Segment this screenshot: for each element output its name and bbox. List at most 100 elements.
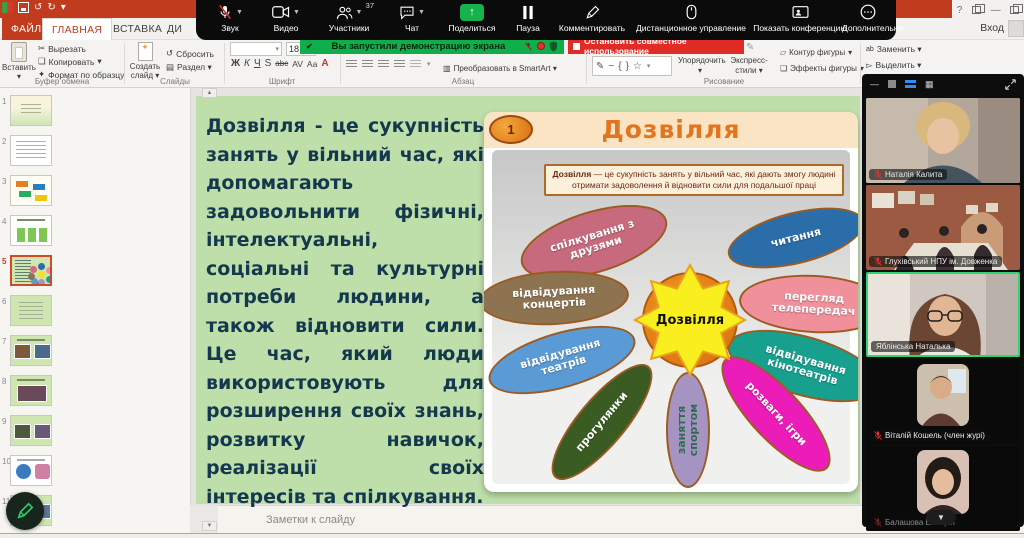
minimize-icon[interactable]: — bbox=[991, 5, 1001, 16]
replace-icon: ab bbox=[866, 46, 874, 53]
audio-button[interactable]: ▼ Звук bbox=[204, 3, 256, 39]
account-flag-icon bbox=[1008, 20, 1024, 37]
screen: ↺ ↻ ▾ ? — ФАЙЛ ГЛАВНАЯ ВСТАВКА ДИ Вход В… bbox=[0, 0, 1024, 538]
powerpoint-logo-icon bbox=[2, 2, 13, 13]
thumbnail-slide-2[interactable]: 2 bbox=[0, 135, 60, 171]
more-ellipsis-icon bbox=[860, 4, 876, 20]
ribbon-options-icon[interactable] bbox=[972, 6, 981, 14]
redo-icon[interactable]: ↻ bbox=[47, 2, 55, 13]
drawing-group-label: Рисование bbox=[588, 77, 860, 86]
slide-number: 5 bbox=[2, 257, 6, 266]
participant-tile[interactable]: Глухівський НПУ ім. Довженка bbox=[866, 185, 1020, 270]
slide-number: 4 bbox=[2, 217, 6, 226]
window-controls: ? — bbox=[952, 0, 1024, 20]
slide-number: 8 bbox=[2, 377, 6, 386]
slide-number: 7 bbox=[2, 337, 6, 346]
undo-icon[interactable]: ↺ bbox=[34, 2, 42, 13]
collapse-panel-button[interactable]: ▼ bbox=[926, 510, 956, 525]
participants-count-badge: 37 bbox=[366, 1, 374, 10]
thumbnail-slide-3[interactable]: 3 bbox=[0, 175, 60, 211]
remote-control-icon bbox=[686, 4, 697, 20]
slide-number: 2 bbox=[2, 137, 6, 146]
mic-muted-icon bbox=[874, 518, 882, 527]
video-button[interactable]: ▼ Видео bbox=[260, 3, 312, 39]
current-slide[interactable]: Дозвілля - це сукупність занять у вільни… bbox=[196, 96, 860, 504]
scroll-up-button[interactable]: ▲ bbox=[202, 88, 217, 98]
qat-dropdown-icon[interactable]: ▾ bbox=[61, 2, 66, 13]
slide-number: 3 bbox=[2, 177, 6, 186]
expand-panel-icon[interactable] bbox=[1005, 79, 1016, 90]
paragraph-group-label: Абзац bbox=[342, 77, 584, 86]
slide-thumbnail-pane: 1 2 3 4 5 6 7 bbox=[0, 88, 190, 538]
help-icon[interactable]: ? bbox=[957, 5, 963, 16]
sign-in-link[interactable]: Вход bbox=[980, 22, 1004, 34]
participant-name: Віталій Кошель (член журі) bbox=[885, 431, 985, 440]
show-conference-button[interactable]: Показать конференцию bbox=[748, 3, 852, 39]
thumbnail-slide-8[interactable]: 8 bbox=[0, 375, 60, 411]
remote-control-button[interactable]: Дистанционное управление bbox=[636, 3, 746, 39]
clipboard-group-label: Буфер обмена bbox=[0, 77, 124, 86]
thumbnail-slide-9[interactable]: 9 bbox=[0, 415, 60, 451]
slide-number: 1 bbox=[2, 97, 6, 106]
mic-muted-icon bbox=[874, 170, 882, 179]
leisure-diagram-card: Дозвілля 1 Дозвілля — це сукупність заня… bbox=[484, 112, 858, 492]
stop-icon bbox=[573, 43, 580, 50]
video-participants-panel: — ▦ Наталія Калита bbox=[862, 74, 1024, 527]
check-icon: ✔ bbox=[306, 42, 313, 51]
select-button[interactable]: ▻Выделить ▾ bbox=[866, 60, 921, 71]
select-icon: ▻ bbox=[866, 60, 873, 71]
slide-number: 9 bbox=[2, 417, 6, 426]
definition-box: Дозвілля — це сукупність занять у вільни… bbox=[544, 164, 844, 196]
participants-icon bbox=[336, 5, 353, 20]
scroll-down-button[interactable]: ▼ bbox=[202, 521, 217, 531]
recording-icon bbox=[537, 42, 545, 50]
diagram-title: Дозвілля bbox=[484, 115, 858, 144]
gallery-view-icon[interactable]: ▦ bbox=[925, 79, 935, 90]
flower-center-label: Дозвілля bbox=[630, 260, 750, 380]
participant-name: Наталія Калита bbox=[885, 170, 942, 179]
mic-muted-icon bbox=[874, 257, 882, 266]
zoom-meeting-toolbar: ▼ Звук ▼ Видео 37 ▼ Участники ▼ Чат ↑ По… bbox=[196, 0, 896, 40]
thumbnail-slide-5-selected[interactable]: 5 bbox=[0, 255, 60, 291]
tab-home[interactable]: ГЛАВНАЯ bbox=[42, 18, 112, 40]
share-screen-button[interactable]: ↑ Поделиться bbox=[442, 3, 502, 39]
thumbnail-slide-1[interactable]: 1 bbox=[0, 95, 60, 131]
font-group-label: Шрифт bbox=[226, 77, 338, 86]
participant-tile[interactable]: Віталій Кошель (член журі) bbox=[866, 359, 1020, 444]
strip-view-icon[interactable] bbox=[905, 80, 916, 89]
thumbnail-slide-10[interactable]: 10 bbox=[0, 455, 60, 491]
video-panel-header: — ▦ bbox=[862, 74, 1024, 94]
participant-tile-active-speaker[interactable]: Яблінська Наталька bbox=[866, 272, 1020, 357]
petal-sport: заняття спортом bbox=[666, 372, 710, 488]
slide-number: 6 bbox=[2, 297, 6, 306]
pause-icon bbox=[522, 5, 534, 20]
annotate-pencil-icon bbox=[585, 5, 600, 20]
participants-button[interactable]: 37 ▼ Участники bbox=[316, 3, 382, 39]
slides-group-label: Слайды bbox=[126, 77, 224, 86]
minimize-view-icon[interactable]: — bbox=[870, 79, 879, 89]
more-button[interactable]: Дополнительно bbox=[842, 3, 894, 39]
shield-icon bbox=[549, 41, 558, 52]
screen-share-banner: ✔ Вы запустили демонстрацию экрана bbox=[300, 38, 564, 54]
quick-access-toolbar: ↺ ↻ ▾ bbox=[2, 2, 66, 13]
thumbnail-slide-6[interactable]: 6 bbox=[0, 295, 60, 331]
thumbnail-slide-7[interactable]: 7 bbox=[0, 335, 60, 371]
chat-button[interactable]: ▼ Чат bbox=[386, 3, 438, 39]
tab-design[interactable]: ДИ bbox=[158, 18, 191, 40]
notes-placeholder: Заметки к слайду bbox=[266, 514, 355, 526]
mic-muted-icon bbox=[874, 431, 882, 440]
participant-name: Глухівський НПУ ім. Довженка bbox=[885, 257, 997, 266]
pause-share-button[interactable]: Пауза bbox=[506, 3, 550, 39]
replace-button[interactable]: abЗаменить ▾ bbox=[866, 44, 922, 55]
participant-tile[interactable]: Наталія Калита bbox=[866, 98, 1020, 183]
share-screen-icon: ↑ bbox=[460, 4, 484, 21]
thumbnail-slide-4[interactable]: 4 bbox=[0, 215, 60, 251]
speaker-view-icon[interactable] bbox=[888, 80, 896, 88]
annotate-button[interactable]: Комментировать bbox=[552, 3, 632, 39]
annotation-pencil-button[interactable] bbox=[6, 492, 44, 530]
chevron-down-icon: ▼ bbox=[937, 513, 945, 522]
save-icon[interactable] bbox=[18, 2, 29, 13]
show-conference-icon bbox=[792, 5, 809, 19]
stop-share-banner[interactable]: Остановить совместное использование bbox=[568, 38, 744, 54]
restore-icon[interactable] bbox=[1010, 6, 1019, 14]
